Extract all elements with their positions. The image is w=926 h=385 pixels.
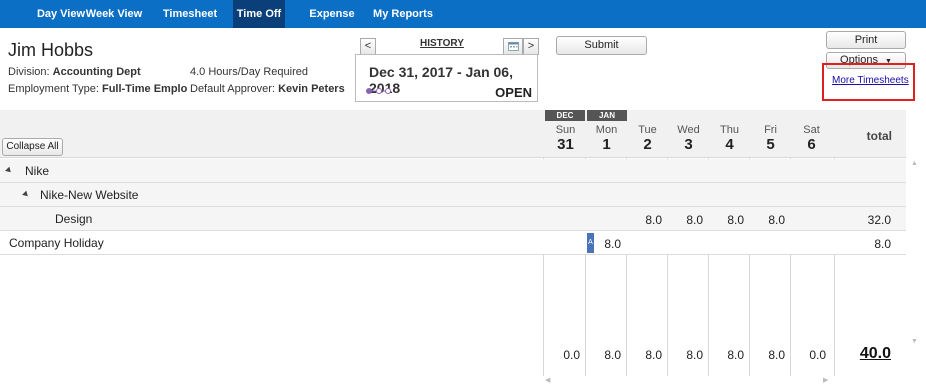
print-button[interactable]: Print: [826, 31, 906, 49]
collapse-all-button[interactable]: Collapse All: [2, 138, 63, 156]
approver-value: Kevin Peters: [278, 83, 345, 95]
daily-totals-row: 0.0 8.0 8.0 8.0 8.0 8.0 0.0: [0, 348, 906, 368]
day-header-mon: Mon 1: [586, 124, 627, 153]
total-column-header: total: [866, 129, 892, 143]
day-header-dow: Wed: [677, 124, 700, 136]
vertical-scrollbar[interactable]: ▲ ▼: [906, 158, 926, 376]
day-header-tue: Tue 2: [627, 124, 668, 153]
scroll-right-arrow-icon[interactable]: ▶: [823, 377, 828, 384]
day-header-fri: Fri 5: [750, 124, 791, 153]
day-header-dow: Fri: [764, 124, 777, 136]
division-value: Accounting Dept: [52, 66, 141, 78]
hours-cell[interactable]: 8.0: [586, 237, 621, 251]
daily-total: 0.0: [809, 348, 826, 362]
tab-timesheet-view[interactable]: Timesheet View: [150, 0, 230, 48]
row-label: Company Holiday: [9, 236, 104, 250]
employment-type-value: Full-Time Emplo: [101, 83, 188, 95]
hours-cell[interactable]: 8.0: [709, 213, 744, 227]
table-row-project[interactable]: Nike-New Website: [0, 183, 906, 207]
month-label-dec: DEC: [545, 110, 585, 121]
chevron-left-icon: <: [364, 40, 372, 52]
workflow-progress-icon: [366, 88, 391, 94]
day-header-num: 1: [602, 136, 611, 153]
grand-total[interactable]: 40.0: [835, 345, 891, 363]
history-link[interactable]: HISTORY: [420, 38, 464, 49]
tab-time-off[interactable]: Time Off: [233, 0, 285, 28]
submit-button[interactable]: Submit: [556, 36, 647, 55]
period-status: OPEN: [495, 85, 532, 100]
employee-name: Jim Hobbs: [8, 40, 94, 60]
scroll-up-arrow-icon[interactable]: ▲: [911, 160, 918, 167]
daily-total: 8.0: [645, 348, 662, 362]
hours-required: 4.0 Hours/Day Required: [190, 66, 309, 78]
table-row-timeoff[interactable]: Company Holiday A 8.0 8.0: [0, 231, 906, 255]
hours-cell[interactable]: 8.0: [750, 213, 785, 227]
daily-total: 8.0: [768, 348, 785, 362]
day-header-dow: Mon: [595, 124, 618, 136]
timesheet-grid: DEC JAN Collapse All Sun 31 Mon 1 Tue 2 …: [0, 110, 926, 385]
day-header-sun: Sun 31: [545, 124, 586, 153]
period-box: Dec 31, 2017 - Jan 06, 2018 OPEN: [355, 54, 538, 102]
table-row-client[interactable]: Nike: [0, 159, 906, 183]
day-header-wed: Wed 3: [668, 124, 709, 153]
day-header-dow: Sat: [803, 124, 820, 136]
daily-total: 8.0: [686, 348, 703, 362]
collapse-triangle-icon[interactable]: [5, 166, 13, 175]
row-label: Nike-New Website: [40, 188, 139, 202]
division-label: Division:: [8, 66, 50, 78]
day-header-thu: Thu 4: [709, 124, 750, 153]
horizontal-scrollbar[interactable]: ◀ ▶: [543, 376, 835, 385]
table-row-task[interactable]: Design 8.0 8.0 8.0 8.0 32.0: [0, 207, 906, 231]
day-header-dow: Thu: [720, 124, 739, 136]
calendar-icon: [507, 42, 519, 51]
day-header-num: 31: [557, 136, 574, 153]
day-header-num: 5: [766, 136, 775, 153]
hours-cell[interactable]: 8.0: [668, 213, 703, 227]
day-header-sat: Sat 6: [791, 124, 832, 153]
division-info: Division: Accounting Dept: [8, 66, 141, 78]
approver-label: Default Approver:: [190, 83, 275, 95]
top-nav-bar: Day View Week View Timesheet View Time O…: [0, 0, 926, 48]
hours-cell[interactable]: 8.0: [627, 213, 662, 227]
employment-type-label: Employment Type:: [8, 83, 99, 95]
tab-expense-sheets[interactable]: Expense Sheets: [292, 0, 372, 48]
grid-header: DEC JAN Collapse All Sun 31 Mon 1 Tue 2 …: [0, 110, 906, 158]
day-header-num: 6: [807, 136, 816, 153]
month-label-jan: JAN: [587, 110, 627, 121]
calendar-button[interactable]: [503, 38, 523, 55]
daily-total: 8.0: [604, 348, 621, 362]
day-header-dow: Tue: [638, 124, 657, 136]
chevron-right-icon: >: [527, 40, 535, 52]
tab-day-view[interactable]: Day View: [30, 0, 92, 28]
timesheet-header: Jim Hobbs Division: Accounting Dept Empl…: [0, 28, 926, 110]
approver-info: Default Approver: Kevin Peters: [190, 83, 345, 95]
day-header-num: 3: [684, 136, 693, 153]
collapse-triangle-icon[interactable]: [22, 190, 30, 199]
scroll-left-arrow-icon[interactable]: ◀: [545, 377, 550, 384]
daily-total: 0.0: [563, 348, 580, 362]
next-period-button[interactable]: >: [523, 38, 539, 55]
daily-total: 8.0: [727, 348, 744, 362]
day-header-dow: Sun: [555, 124, 576, 136]
scroll-down-arrow-icon[interactable]: ▼: [911, 338, 918, 345]
highlight-annotation-box: [822, 63, 915, 101]
row-total: 32.0: [867, 213, 891, 227]
row-total: 8.0: [874, 237, 891, 251]
row-label: Nike: [25, 164, 50, 178]
day-header-num: 2: [643, 136, 652, 153]
day-header-num: 4: [725, 136, 734, 153]
tab-my-reports[interactable]: My Reports: [373, 0, 433, 28]
previous-period-button[interactable]: <: [360, 38, 376, 55]
tab-week-view[interactable]: Week View: [84, 0, 144, 28]
employment-type-info: Employment Type: Full-Time Emplo: [8, 83, 187, 95]
row-label: Design: [55, 212, 93, 226]
